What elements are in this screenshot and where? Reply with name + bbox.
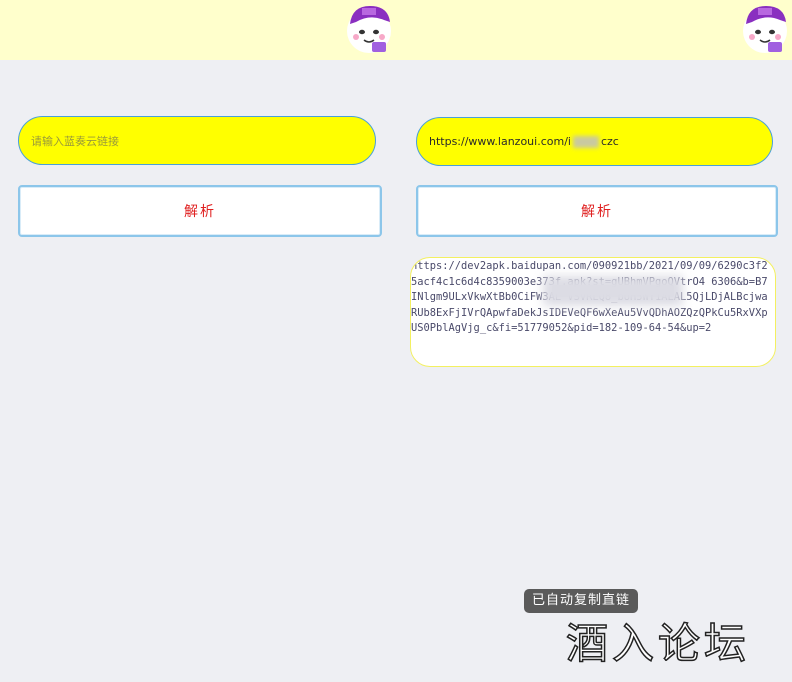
app-header xyxy=(396,0,792,60)
avatar-icon[interactable] xyxy=(344,2,394,56)
left-screen: 请输入蓝奏云链接 解析 xyxy=(0,0,396,682)
parse-button-label: 解析 xyxy=(184,204,216,220)
link-input[interactable]: https://www.lanzoui.com/i czc xyxy=(416,117,773,166)
redacted-blur xyxy=(543,276,683,306)
link-input-value-suffix: czc xyxy=(600,135,619,148)
parse-button[interactable]: 解析 xyxy=(18,185,382,237)
link-input-value-prefix: https://www.lanzoui.com/i xyxy=(429,135,571,148)
watermark: 酒入论坛 xyxy=(565,618,751,669)
link-input[interactable]: 请输入蓝奏云链接 xyxy=(18,116,376,165)
parse-button[interactable]: 解析 xyxy=(416,185,778,237)
redacted-blur xyxy=(572,135,599,148)
app-header xyxy=(0,0,396,60)
direct-link-result[interactable]: https://dev2apk.baidupan.com/090921bb/20… xyxy=(410,257,776,367)
right-screen: https://www.lanzoui.com/i czc 解析 https:/… xyxy=(396,0,792,682)
parse-button-label: 解析 xyxy=(581,204,613,220)
avatar-icon[interactable] xyxy=(740,2,790,56)
link-input-placeholder: 请输入蓝奏云链接 xyxy=(31,134,119,148)
